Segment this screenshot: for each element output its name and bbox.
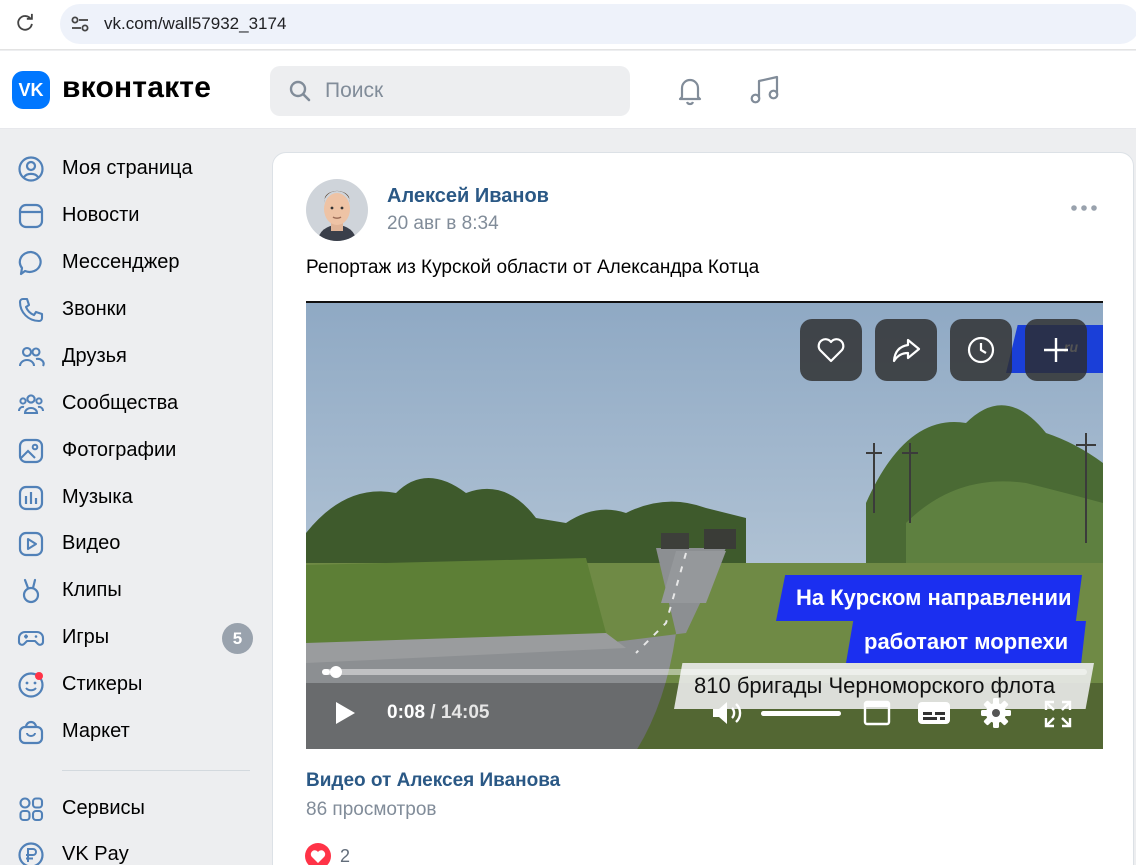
sidebar-item-label: Фотографии	[62, 439, 177, 461]
video-views: 86 просмотров	[306, 799, 437, 820]
more-options-icon[interactable]	[1069, 202, 1099, 214]
avatar[interactable]	[306, 179, 368, 241]
chat-bubble-icon	[18, 250, 42, 276]
search-input[interactable]	[325, 66, 615, 116]
sidebar-item-label: Игры	[62, 626, 110, 648]
vk-header: VK вконтакте	[0, 51, 1136, 129]
sidebar-item-games[interactable]: Игры 5	[0, 614, 260, 660]
sidebar-item-label: Друзья	[62, 345, 127, 367]
sidebar-item-label: Маркет	[62, 720, 130, 742]
sticker-icon	[18, 672, 44, 698]
volume-icon[interactable]	[710, 699, 748, 727]
post-date[interactable]: 20 авг в 8:34	[387, 213, 499, 235]
video-player[interactable]: ru На Курском направлении работают морпе…	[306, 301, 1103, 749]
sidebar-item-label: Сообщества	[62, 392, 179, 414]
shopping-bag-icon	[18, 720, 44, 745]
settings-gear-icon[interactable]	[980, 697, 1012, 729]
subtitles-icon[interactable]	[917, 700, 951, 726]
like-count: 2	[340, 846, 351, 865]
volume-level-fill	[761, 711, 841, 716]
caption-line-2: работают морпехи	[864, 629, 1069, 654]
caption-banner: На Курском направлении	[776, 575, 1082, 621]
phone-icon	[18, 297, 44, 323]
news-icon	[18, 203, 44, 229]
sidebar-item-clips[interactable]: Клипы	[0, 567, 260, 613]
sidebar-item-label: Клипы	[62, 579, 122, 601]
photo-icon	[18, 438, 44, 464]
add-icon	[1044, 338, 1068, 362]
post-text: Репортаж из Курской области от Александр…	[306, 257, 760, 278]
sidebar-item-photos[interactable]: Фотографии	[0, 427, 260, 473]
share-video-button[interactable]	[875, 319, 937, 381]
site-info-icon[interactable]	[68, 12, 92, 36]
caption-banner: работают морпехи	[846, 621, 1086, 663]
share-icon	[892, 338, 921, 363]
sidebar-item-market[interactable]: Маркет	[0, 708, 260, 754]
video-time: 0:08 / 14:05	[387, 702, 489, 724]
sidebar-item-messenger[interactable]: Мессенджер	[0, 239, 260, 285]
browser-toolbar: vk.com/wall57932_3174	[0, 0, 1136, 50]
sidebar-item-label: Видео	[62, 532, 121, 554]
vk-logo[interactable]: VK	[12, 71, 50, 109]
like-video-button[interactable]	[800, 319, 862, 381]
sidebar-item-label: Музыка	[62, 486, 133, 508]
like-button-icon[interactable]	[305, 843, 331, 865]
sidebar-item-friends[interactable]: Друзья	[0, 333, 260, 379]
caption-line-3: 810 бригады Черноморского флота	[694, 673, 1056, 698]
video-title-link[interactable]: Видео от Алексея Иванова	[306, 770, 560, 792]
sidebar-item-stickers[interactable]: Стикеры	[0, 661, 260, 707]
sidebar-item-label: VK Pay	[62, 843, 129, 865]
mini-player-icon[interactable]	[863, 700, 891, 726]
play-icon[interactable]	[332, 699, 358, 727]
sidebar-item-calls[interactable]: Звонки	[0, 286, 260, 332]
clips-icon	[22, 578, 40, 604]
vk-wordmark[interactable]: вконтакте	[62, 71, 211, 105]
volume-slider[interactable]	[761, 711, 841, 716]
sidebar-item-my-page[interactable]: Моя страница	[0, 145, 260, 191]
fullscreen-icon[interactable]	[1044, 700, 1072, 728]
video-progress-bar[interactable]	[322, 666, 1087, 678]
watch-later-icon	[967, 336, 995, 364]
video-time-separator: /	[425, 702, 441, 723]
heart-icon	[817, 338, 845, 363]
sidebar-item-label: Звонки	[62, 298, 127, 320]
video-current-time: 0:08	[387, 702, 426, 723]
gamepad-icon	[17, 630, 45, 646]
video-progress-fill	[322, 669, 330, 675]
services-grid-icon	[19, 797, 44, 822]
sidebar-divider	[62, 770, 250, 771]
address-bar[interactable]: vk.com/wall57932_3174	[60, 4, 1136, 44]
url-text: vk.com/wall57932_3174	[104, 14, 287, 33]
post-author-link[interactable]: Алексей Иванов	[387, 185, 549, 208]
sidebar-item-label: Новости	[62, 204, 140, 226]
friends-icon	[18, 346, 45, 367]
sidebar-item-label: Сервисы	[62, 797, 145, 819]
music-note-icon[interactable]	[747, 73, 781, 107]
video-progress-handle[interactable]	[329, 666, 342, 678]
bell-icon[interactable]	[673, 73, 707, 107]
user-circle-icon	[18, 156, 44, 182]
reload-icon[interactable]	[14, 12, 36, 34]
communities-icon	[18, 394, 44, 415]
sidebar-item-services[interactable]: Сервисы	[0, 785, 260, 831]
sidebar-item-communities[interactable]: Сообщества	[0, 380, 260, 426]
sidebar-item-label: Моя страница	[62, 157, 193, 179]
search-box[interactable]	[270, 66, 630, 116]
music-bars-icon	[18, 485, 44, 511]
add-video-button[interactable]	[1025, 319, 1087, 381]
caption-line-1: На Курском направлении	[796, 585, 1072, 610]
sidebar-item-label: Мессенджер	[62, 251, 180, 273]
sidebar-item-music[interactable]: Музыка	[0, 474, 260, 520]
sidebar-item-vk-pay[interactable]: VK Pay	[0, 831, 260, 865]
sidebar-item-label: Стикеры	[62, 673, 143, 695]
video-duration: 14:05	[440, 702, 490, 723]
vk-pay-icon	[18, 842, 44, 865]
sidebar-item-video[interactable]: Видео	[0, 520, 260, 566]
search-icon	[289, 80, 311, 102]
watch-later-button[interactable]	[950, 319, 1012, 381]
games-count-badge: 5	[222, 623, 253, 654]
video-play-icon	[18, 531, 44, 557]
sidebar-item-news[interactable]: Новости	[0, 192, 260, 238]
wall-post: Алексей Иванов 20 авг в 8:34 Репортаж из…	[272, 152, 1134, 865]
